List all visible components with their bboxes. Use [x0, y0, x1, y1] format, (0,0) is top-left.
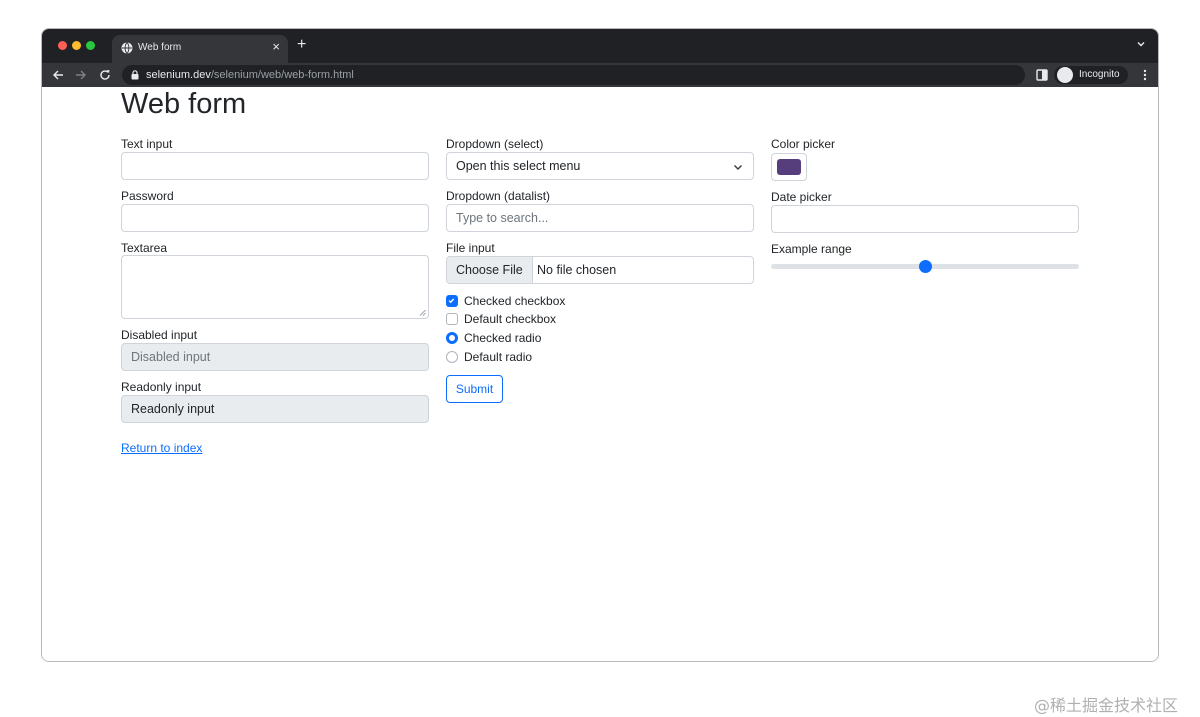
radio-button[interactable] — [446, 351, 458, 363]
radio-label: Checked radio — [464, 331, 542, 345]
readonly-input[interactable]: Readonly input — [121, 395, 429, 423]
page-title: Web form — [121, 88, 247, 120]
checkbox-label: Default checkbox — [464, 312, 557, 326]
tab-strip: Web form × + — [42, 29, 1158, 63]
dropdown-select-label: Dropdown (select) — [446, 137, 544, 151]
tab-title: Web form — [138, 42, 182, 53]
url-path: /selenium/web/web-form.html — [210, 69, 354, 81]
resize-handle-icon[interactable] — [419, 309, 426, 316]
checkbox-label: Checked checkbox — [464, 294, 566, 308]
dropdown-select[interactable]: Open this select menu — [446, 152, 754, 180]
radio-label: Default radio — [464, 350, 533, 364]
close-tab-icon[interactable]: × — [272, 40, 280, 54]
zoom-window-button[interactable] — [86, 41, 95, 50]
text-input-label: Text input — [121, 137, 173, 151]
side-panel-icon[interactable] — [1035, 68, 1049, 82]
close-window-button[interactable] — [58, 41, 67, 50]
textarea-label: Textarea — [121, 241, 168, 255]
disabled-input-label: Disabled input — [121, 328, 198, 342]
textarea-field[interactable] — [121, 255, 429, 319]
reload-icon[interactable] — [98, 68, 112, 82]
minimize-window-button[interactable] — [72, 41, 81, 50]
datalist-search-input[interactable]: Type to search... — [446, 204, 754, 232]
password-label: Password — [121, 189, 174, 203]
forward-arrow-icon[interactable] — [74, 68, 88, 82]
password-field[interactable] — [121, 204, 429, 232]
browser-window: Web form × + selenium.dev/selenium/web/w… — [41, 28, 1159, 662]
dropdown-select-value: Open this select menu — [456, 159, 581, 173]
disabled-input: Disabled input — [121, 343, 429, 371]
chevron-down-icon — [734, 165, 742, 170]
color-picker-label: Color picker — [771, 137, 836, 151]
return-to-index-link[interactable]: Return to index — [121, 441, 202, 455]
datalist-placeholder: Type to search... — [456, 211, 549, 225]
globe-icon — [121, 42, 133, 54]
file-status: No file chosen — [537, 263, 617, 277]
watermark: @稀土掘金技术社区 — [1034, 696, 1179, 715]
incognito-icon — [1057, 67, 1073, 83]
incognito-label: Incognito — [1079, 69, 1120, 80]
choose-file-button[interactable]: Choose File — [447, 257, 533, 283]
address-bar[interactable]: selenium.dev/selenium/web/web-form.html — [122, 65, 1100, 85]
range-label: Example range — [771, 242, 852, 256]
chevron-down-icon[interactable] — [1136, 39, 1146, 49]
date-picker-input[interactable] — [771, 205, 1079, 233]
browser-tab[interactable]: Web form × — [112, 35, 288, 63]
lock-icon — [131, 70, 139, 80]
date-picker-label: Date picker — [771, 190, 832, 204]
incognito-profile-button[interactable]: Incognito — [1054, 66, 1128, 84]
range-thumb[interactable] — [919, 260, 932, 273]
color-picker[interactable] — [771, 153, 807, 181]
browser-toolbar: selenium.dev/selenium/web/web-form.html … — [42, 63, 1158, 87]
color-swatch — [777, 159, 801, 175]
checkmark-icon — [448, 298, 455, 304]
new-tab-button[interactable]: + — [297, 36, 306, 54]
readonly-input-label: Readonly input — [121, 380, 202, 394]
checkbox-box[interactable] — [446, 313, 458, 325]
submit-button[interactable]: Submit — [446, 375, 503, 403]
more-menu-icon[interactable] — [1138, 68, 1152, 82]
text-input[interactable] — [121, 152, 429, 180]
page-content: Web form Text input Password Textarea Di… — [42, 87, 1158, 661]
dropdown-datalist-label: Dropdown (datalist) — [446, 189, 551, 203]
radio-button[interactable] — [446, 332, 458, 344]
url-host: selenium.dev — [146, 69, 211, 81]
url-text: selenium.dev/selenium/web/web-form.html — [146, 69, 354, 81]
file-input[interactable]: Choose File No file chosen — [446, 256, 754, 284]
range-slider[interactable] — [771, 260, 1079, 273]
back-arrow-icon[interactable] — [51, 68, 65, 82]
file-input-label: File input — [446, 241, 495, 255]
checkbox-box[interactable] — [446, 295, 458, 307]
